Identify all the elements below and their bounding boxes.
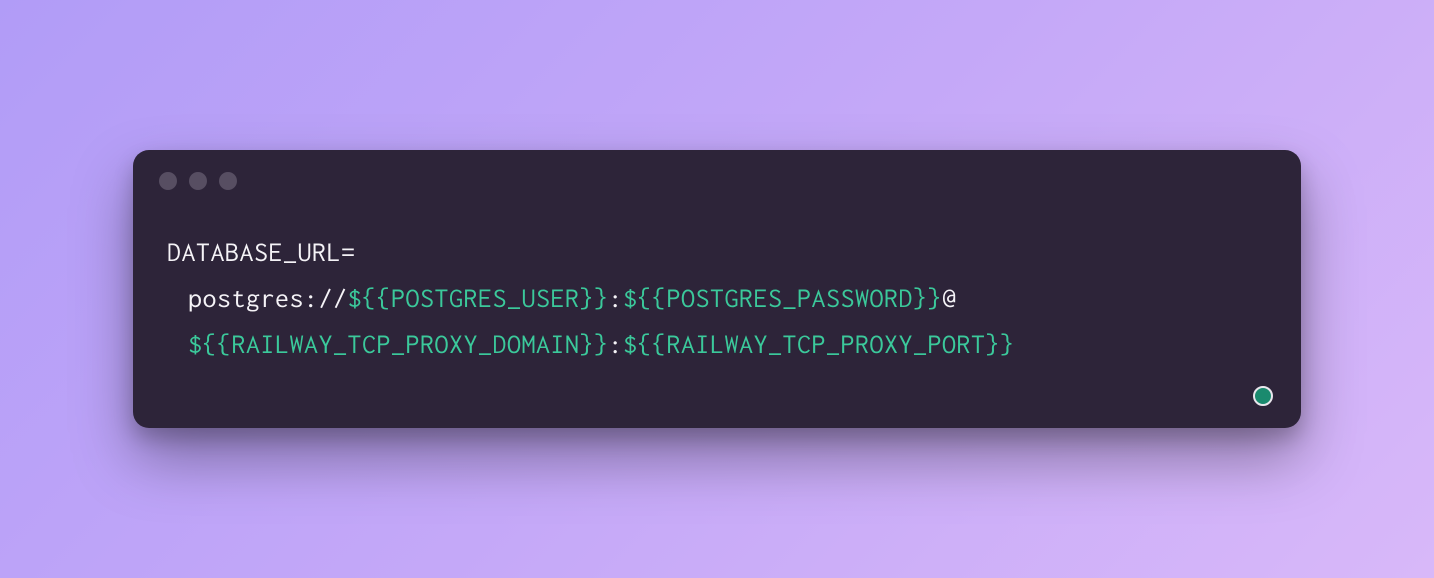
close-icon[interactable]	[159, 172, 177, 190]
code-line-3: ${{RAILWAY_TCP_PROXY_DOMAIN}}:${{RAILWAY…	[167, 322, 1267, 368]
code-block: DATABASE_URL= postgres://${{POSTGRES_USE…	[133, 200, 1301, 379]
template-var-user: ${{POSTGRES_USER}}	[348, 284, 609, 313]
env-var-name: DATABASE_URL	[167, 238, 341, 267]
terminal-window: DATABASE_URL= postgres://${{POSTGRES_USE…	[133, 150, 1301, 429]
colon-separator: :	[609, 284, 624, 313]
template-var-domain: ${{RAILWAY_TCP_PROXY_DOMAIN}}	[188, 330, 609, 359]
status-indicator-icon	[1253, 386, 1273, 406]
at-separator: @	[942, 284, 957, 313]
code-line-2: postgres://${{POSTGRES_USER}}:${{POSTGRE…	[167, 276, 1267, 322]
code-line-1: DATABASE_URL=	[167, 230, 1267, 276]
colon-separator-2: :	[609, 330, 624, 359]
template-var-password: ${{POSTGRES_PASSWORD}}	[623, 284, 942, 313]
template-var-port: ${{RAILWAY_TCP_PROXY_PORT}}	[623, 330, 1015, 359]
maximize-icon[interactable]	[219, 172, 237, 190]
minimize-icon[interactable]	[189, 172, 207, 190]
equals-sign: =	[341, 238, 356, 267]
window-titlebar	[133, 150, 1301, 200]
protocol-text: postgres://	[188, 284, 348, 313]
